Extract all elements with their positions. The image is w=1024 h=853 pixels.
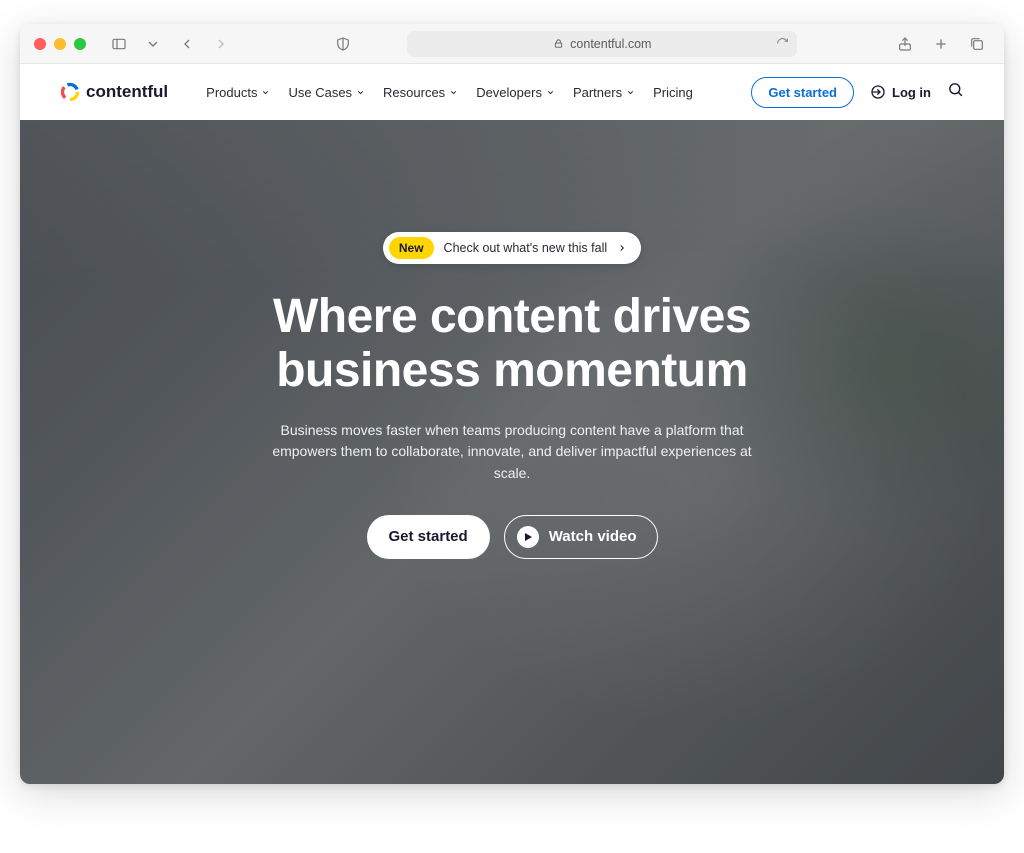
watch-video-button[interactable]: Watch video bbox=[504, 515, 658, 559]
nav-products[interactable]: Products bbox=[206, 85, 270, 100]
nav-resources[interactable]: Resources bbox=[383, 85, 458, 100]
traffic-lights bbox=[34, 38, 86, 50]
back-button[interactable] bbox=[174, 31, 200, 57]
chevron-down-icon[interactable] bbox=[140, 31, 166, 57]
chevron-down-icon bbox=[261, 88, 270, 97]
address-bar[interactable]: contentful.com bbox=[407, 31, 797, 57]
maximize-window-button[interactable] bbox=[74, 38, 86, 50]
sidebar-toggle-icon[interactable] bbox=[106, 31, 132, 57]
chevron-down-icon bbox=[546, 88, 555, 97]
hero-section: New Check out what's new this fall Where… bbox=[20, 120, 1004, 784]
reload-icon[interactable] bbox=[776, 37, 789, 50]
minimize-window-button[interactable] bbox=[54, 38, 66, 50]
close-window-button[interactable] bbox=[34, 38, 46, 50]
lock-icon bbox=[553, 38, 564, 49]
search-button[interactable] bbox=[947, 81, 964, 103]
new-tab-icon[interactable] bbox=[928, 31, 954, 57]
chevron-down-icon bbox=[356, 88, 365, 97]
hero-get-started-button[interactable]: Get started bbox=[367, 515, 490, 559]
hero-cta-group: Get started Watch video bbox=[367, 515, 658, 559]
brand-name: contentful bbox=[86, 82, 168, 102]
main-nav: Products Use Cases Resources Developers … bbox=[206, 85, 693, 100]
share-icon[interactable] bbox=[892, 31, 918, 57]
login-icon bbox=[870, 84, 886, 100]
get-started-button[interactable]: Get started bbox=[751, 77, 854, 108]
forward-button[interactable] bbox=[208, 31, 234, 57]
watch-video-label: Watch video bbox=[549, 528, 637, 545]
search-icon bbox=[947, 81, 964, 98]
announcement-pill[interactable]: New Check out what's new this fall bbox=[383, 232, 641, 264]
logo-mark-icon bbox=[60, 82, 80, 102]
chevron-down-icon bbox=[449, 88, 458, 97]
nav-partners[interactable]: Partners bbox=[573, 85, 635, 100]
nav-use-cases[interactable]: Use Cases bbox=[288, 85, 365, 100]
browser-toolbar: contentful.com bbox=[20, 24, 1004, 64]
site-header: contentful Products Use Cases Resources … bbox=[20, 64, 1004, 120]
hero-title: Where content drives business momentum bbox=[273, 290, 751, 398]
hero-subtitle: Business moves faster when teams produci… bbox=[272, 420, 752, 485]
play-icon bbox=[517, 526, 539, 548]
tabs-icon[interactable] bbox=[964, 31, 990, 57]
chevron-down-icon bbox=[626, 88, 635, 97]
shield-icon[interactable] bbox=[330, 31, 356, 57]
login-link[interactable]: Log in bbox=[870, 84, 931, 100]
new-badge: New bbox=[389, 237, 434, 259]
nav-pricing[interactable]: Pricing bbox=[653, 85, 693, 100]
login-label: Log in bbox=[892, 85, 931, 100]
url-text: contentful.com bbox=[570, 37, 651, 51]
chevron-right-icon bbox=[617, 243, 627, 253]
browser-window: contentful.com contentful Products Use C… bbox=[20, 24, 1004, 784]
announcement-text: Check out what's new this fall bbox=[444, 241, 608, 255]
nav-developers[interactable]: Developers bbox=[476, 85, 555, 100]
brand-logo[interactable]: contentful bbox=[60, 82, 168, 102]
